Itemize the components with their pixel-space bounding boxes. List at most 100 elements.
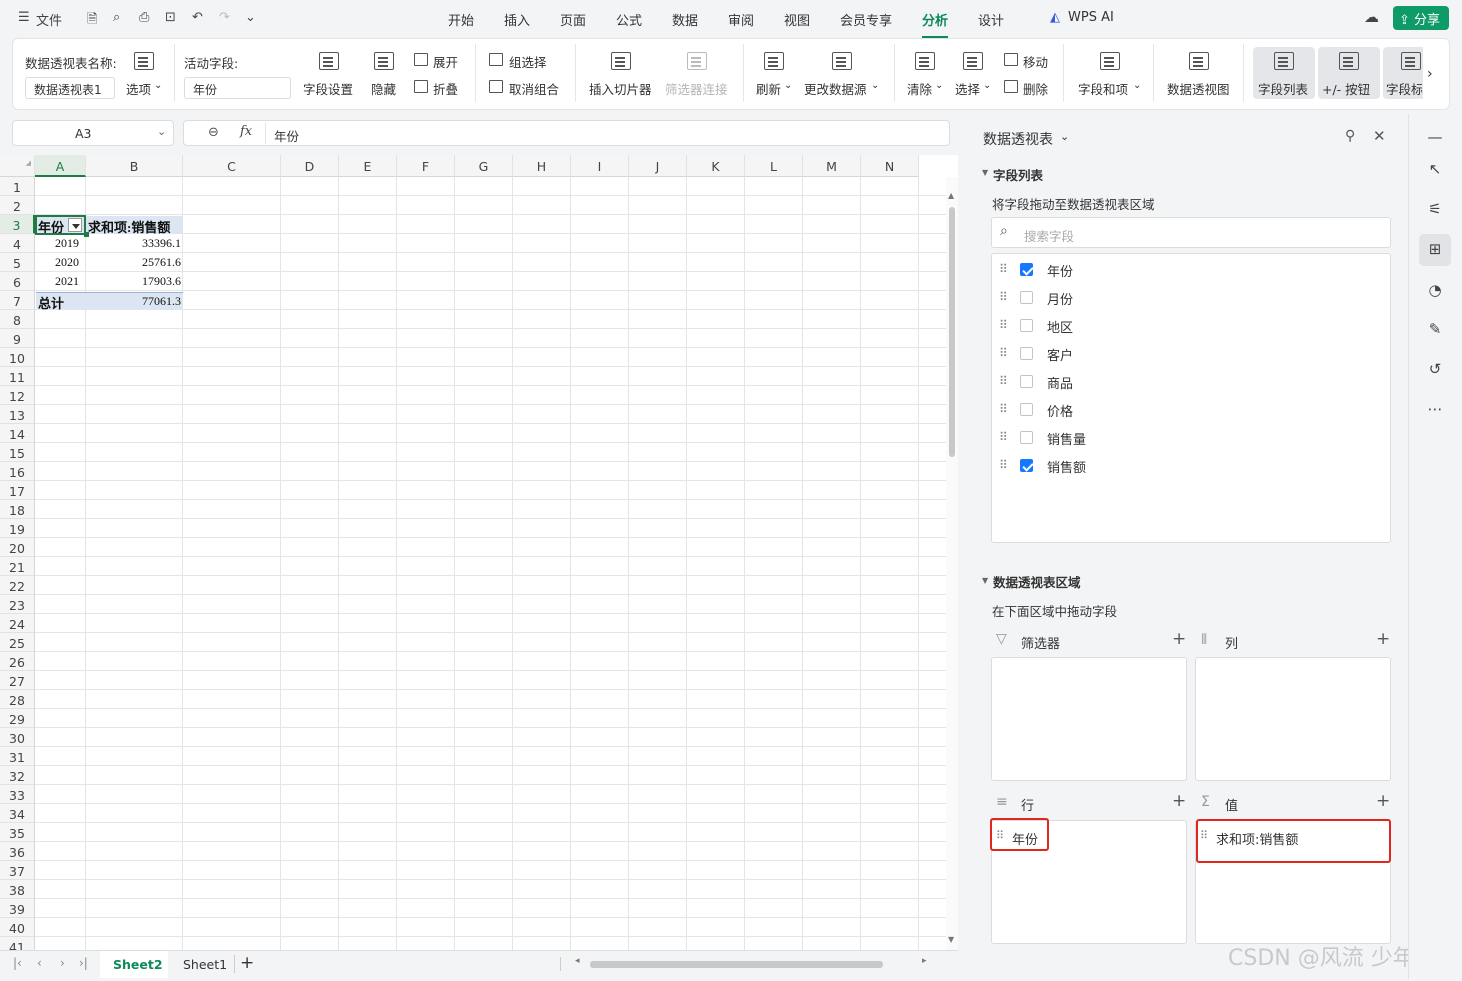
column-header[interactable]: L (745, 155, 803, 177)
scroll-right-icon[interactable]: ▸ (922, 956, 927, 966)
wps-ai-icon[interactable]: ◭ (1050, 10, 1060, 25)
row-header[interactable]: 30 (0, 728, 35, 747)
active-field-input[interactable]: 年份 (184, 77, 291, 99)
ungroup-button[interactable]: 取消组合 (509, 79, 559, 98)
clear-button[interactable]: 清除 (907, 79, 932, 98)
column-header[interactable]: N (861, 155, 919, 177)
row-header[interactable]: 12 (0, 386, 35, 405)
column-header[interactable]: H (513, 155, 571, 177)
chevron-down-icon[interactable]: ⌄ (1133, 80, 1141, 91)
ungroup-icon[interactable] (489, 80, 503, 93)
field-item-label[interactable]: 月份 (1047, 289, 1073, 308)
field-item-label[interactable]: 地区 (1047, 317, 1073, 336)
row-header[interactable]: 39 (0, 899, 35, 918)
row-header[interactable]: 4 (0, 234, 35, 253)
column-header[interactable]: D (281, 155, 339, 177)
tab-view[interactable]: 视图 (784, 10, 810, 29)
tab-analyze[interactable]: 分析 (922, 10, 949, 38)
column-header[interactable]: J (629, 155, 687, 177)
pivot-row-value[interactable]: 17903.6 (142, 274, 181, 289)
row-header[interactable]: 2 (0, 196, 35, 215)
row-header[interactable]: 5 (0, 253, 35, 272)
row-header[interactable]: 14 (0, 424, 35, 443)
file-menu[interactable]: 文件 (36, 10, 62, 29)
last-sheet-icon[interactable]: ›| (79, 956, 88, 970)
row-header[interactable]: 36 (0, 842, 35, 861)
add-sheet-icon[interactable]: + (240, 953, 254, 973)
field-checkbox[interactable] (1020, 375, 1033, 388)
field-checkbox[interactable] (1020, 403, 1033, 416)
field-headers-button[interactable]: 字段标 (1386, 79, 1422, 98)
column-header[interactable]: K (687, 155, 745, 177)
first-sheet-icon[interactable]: |‹ (13, 956, 22, 970)
tab-home[interactable]: 开始 (448, 10, 474, 29)
row-header[interactable]: 3 (0, 215, 35, 234)
drag-handle-icon[interactable]: ⠿ (996, 829, 1004, 842)
row-header[interactable]: 19 (0, 519, 35, 538)
tab-review[interactable]: 审阅 (728, 10, 754, 29)
chevron-down-icon[interactable]: ⌄ (935, 80, 943, 91)
field-checkbox[interactable] (1020, 319, 1033, 332)
redo-icon[interactable]: ↷ (219, 10, 230, 25)
column-header[interactable]: I (571, 155, 629, 177)
insert-slicer-button[interactable]: 插入切片器 (589, 79, 652, 98)
chevron-down-icon[interactable]: ⌄ (1060, 130, 1069, 143)
row-header[interactable]: 13 (0, 405, 35, 424)
field-item-label[interactable]: 年份 (1047, 261, 1073, 280)
drag-handle-icon[interactable]: ⠿ (999, 290, 1008, 304)
drag-handle-icon[interactable]: ⠿ (999, 430, 1008, 444)
add-filter-icon[interactable]: + (1172, 629, 1186, 649)
tab-member[interactable]: 会员专享 (840, 10, 892, 29)
column-header[interactable]: M (803, 155, 861, 177)
expand-button[interactable]: 展开 (433, 52, 458, 71)
sliders-icon[interactable]: ⚟ (1425, 200, 1445, 218)
save-icon[interactable]: 🗎 (87, 10, 97, 32)
field-list-section-title[interactable]: 字段列表 (993, 165, 1043, 184)
move-button[interactable]: 移动 (1023, 52, 1048, 71)
column-header[interactable]: C (183, 155, 281, 177)
row-header[interactable]: 34 (0, 804, 35, 823)
row-header[interactable]: 8 (0, 310, 35, 329)
tab-page[interactable]: 页面 (560, 10, 586, 29)
row-header[interactable]: 25 (0, 633, 35, 652)
column-header[interactable]: A (35, 155, 86, 177)
move-icon[interactable] (1004, 53, 1018, 66)
drag-handle-icon[interactable]: ⠿ (999, 458, 1008, 472)
row-header[interactable]: 40 (0, 918, 35, 937)
row-header[interactable]: 1 (0, 177, 35, 196)
collapse-icon[interactable] (414, 80, 428, 93)
column-header[interactable]: B (86, 155, 183, 177)
more-icon[interactable]: ⋯ (1425, 400, 1445, 418)
refresh-icon[interactable] (764, 52, 784, 70)
format-painter-icon[interactable]: ⌕ (113, 10, 120, 25)
horizontal-scroll-thumb[interactable] (590, 961, 883, 968)
chevron-down-icon[interactable]: ⌄ (157, 125, 166, 138)
pivot-chart-button[interactable]: 数据透视图 (1167, 79, 1230, 98)
field-item-label[interactable]: 商品 (1047, 373, 1073, 392)
pivot-total-label[interactable]: 总计 (38, 293, 64, 312)
field-settings-button[interactable]: 字段设置 (303, 79, 353, 98)
pivot-icon[interactable]: ⊞ (1425, 240, 1445, 258)
pivot-total-value[interactable]: 77061.3 (142, 294, 181, 309)
row-header[interactable]: 22 (0, 576, 35, 595)
share-button[interactable]: ⇪ 分享 (1393, 6, 1449, 30)
zoom-icon[interactable]: ⊖ (208, 125, 219, 140)
row-header[interactable]: 7 (0, 291, 35, 310)
row-header[interactable]: 33 (0, 785, 35, 804)
value-item-sum-sales[interactable]: 求和项:销售额 (1216, 829, 1298, 848)
drag-handle-icon[interactable]: ⠿ (999, 346, 1008, 360)
delete-button[interactable]: 删除 (1023, 79, 1048, 98)
formula-input[interactable]: 年份 (274, 126, 299, 145)
row-header[interactable]: 17 (0, 481, 35, 500)
field-item-label[interactable]: 客户 (1047, 345, 1073, 364)
column-header[interactable]: E (339, 155, 397, 177)
pivot-row-value[interactable]: 25761.6 (142, 255, 181, 270)
sheet-tab-sheet2[interactable]: Sheet2 (100, 951, 168, 978)
filter-drop-zone[interactable] (991, 657, 1187, 781)
column-header[interactable]: G (455, 155, 513, 177)
fields-items-button[interactable]: 字段和项 (1078, 79, 1128, 98)
row-header[interactable]: 24 (0, 614, 35, 633)
pivot-name-input[interactable]: 数据透视表1 (25, 77, 115, 99)
function-icon[interactable]: fx (240, 124, 252, 139)
row-header[interactable]: 23 (0, 595, 35, 614)
